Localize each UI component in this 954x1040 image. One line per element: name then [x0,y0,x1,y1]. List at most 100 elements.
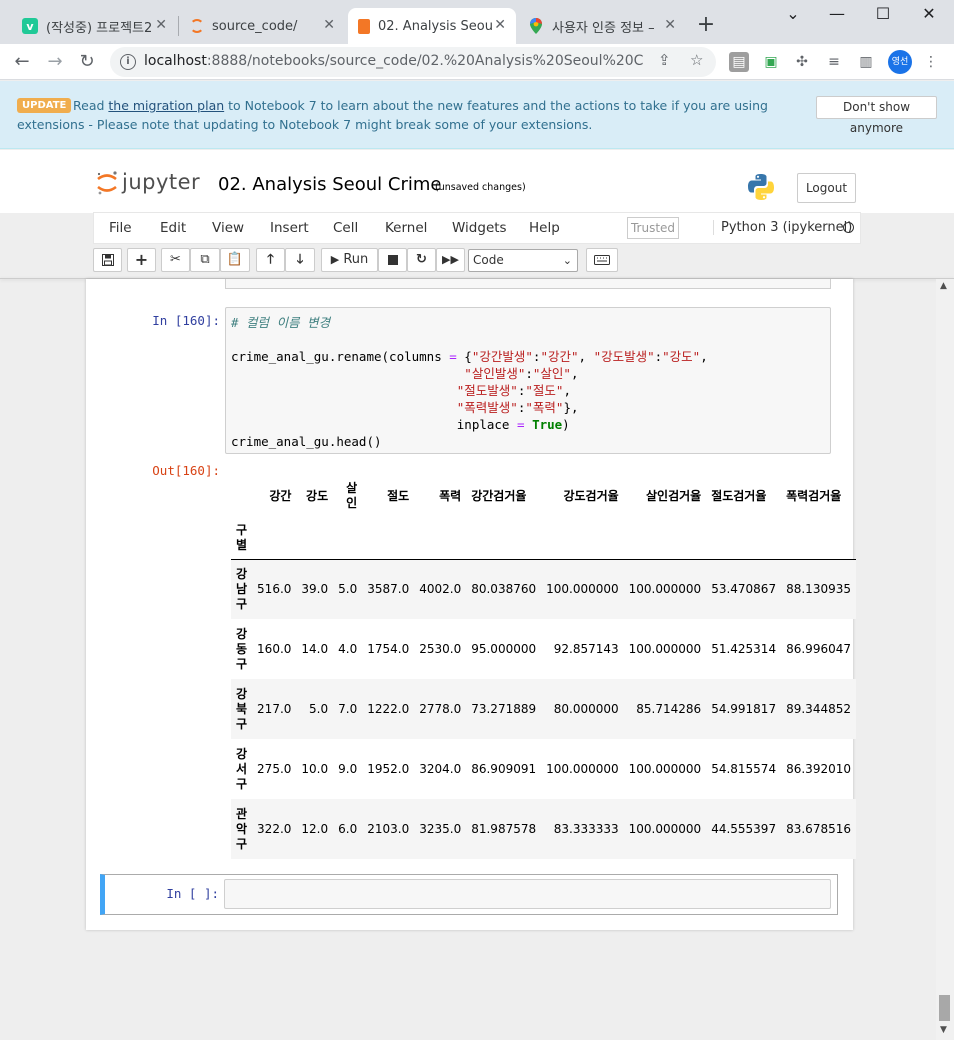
code-operator: = [517,417,525,432]
notebook-title[interactable]: 02. Analysis Seoul Crime [218,174,441,195]
menu-cell[interactable]: Cell [333,220,358,236]
empty-cell-editor[interactable] [224,879,831,909]
table-cell: 83.678516 [786,822,851,836]
column-header: 강간검거율 [471,488,527,503]
table-cell: 51.425314 [711,642,777,656]
reload-icon[interactable]: ↻ [74,49,100,75]
menu-help[interactable]: Help [529,220,560,236]
run-button[interactable]: ▶ Run [321,248,378,272]
minimize-icon[interactable]: — [822,4,852,23]
tab-search-chevron-icon[interactable]: ⌄ [778,4,808,23]
profile-avatar[interactable]: 영선 [888,50,912,74]
scroll-up-arrow-icon[interactable]: ▲ [940,281,947,291]
jupyter-logo[interactable]: jupyter [96,170,200,195]
extensions-puzzle-icon[interactable]: ✣ [792,52,812,72]
code-comment: # 컬럼 이름 변경 [231,315,331,330]
browser-tab-project[interactable]: v (작성중) 프로젝트2 ✕ [12,8,177,44]
table-cell: 88.130935 [786,582,851,597]
cell-type-select[interactable]: Code ⌄ [468,249,578,272]
column-header: 강도 [306,488,329,503]
browser-tab-notebook[interactable]: 02. Analysis Seoul ✕ [348,8,516,44]
forward-arrow-icon[interactable]: → [42,49,68,75]
table-cell: 86.909091 [471,762,537,776]
command-palette-button[interactable] [586,248,618,272]
table-row: 강서구 275.0 10.0 9.0 1952.0 3204.0 86.909091 100.… [231,739,856,799]
table-cell: 39.0 [301,582,329,597]
bookmark-star-icon[interactable]: ☆ [690,51,703,69]
blank-header [781,517,856,560]
maximize-icon[interactable]: ☐ [868,4,898,23]
close-window-icon[interactable]: ✕ [914,4,944,23]
code-text[interactable]: # 컬럼 이름 변경 crime_anal_gu.rename(columns … [231,314,708,450]
copy-button[interactable]: ⧉ [190,248,220,272]
table-cell: 2103.0 [367,822,410,836]
close-tab-icon[interactable]: ✕ [153,17,167,33]
share-icon[interactable]: ⇪ [658,51,671,69]
restart-button[interactable]: ↻ [407,248,436,272]
code-string: "절도발생" [456,383,518,398]
back-arrow-icon[interactable]: ← [9,49,35,75]
new-tab-plus-icon[interactable]: + [695,12,717,38]
banner-text: Read [73,98,109,113]
browser-tab-strip: v (작성중) 프로젝트2 ✕ source_code/ ✕ 02. Analy… [0,0,954,44]
table-cell: 160.0 [257,642,292,656]
stop-icon [387,255,398,265]
table-cell: 81.987578 [471,822,537,836]
browser-tab-credentials[interactable]: 사용자 인증 정보 – ✕ [518,8,686,44]
empty-code-cell[interactable]: In [ ]: [100,874,838,915]
move-down-button[interactable]: 🡓 [285,248,315,272]
restart-run-all-button[interactable]: ▶▶ [436,248,465,272]
code-string: "폭력" [525,400,564,415]
table-cell: 80.000000 [553,702,619,716]
table-cell: 54.991817 [711,702,777,716]
menu-insert[interactable]: Insert [270,220,309,236]
table-cell: 100.000000 [546,582,619,597]
close-tab-icon[interactable]: ✕ [321,17,335,33]
site-info-icon[interactable]: i [120,54,136,70]
table-cell: 1222.0 [367,702,410,716]
menu-kernel[interactable]: Kernel [385,220,427,236]
code-string: "살인" [532,366,571,381]
page-scrollbar[interactable]: ▲ ▼ [936,279,954,1040]
blank-header [362,517,415,560]
menu-file[interactable]: File [109,220,132,236]
maps-pin-icon [528,18,544,34]
paste-button[interactable]: 📋 [220,248,250,272]
previous-cell-output [225,279,831,289]
extension-image-icon[interactable]: ▤ [729,52,749,72]
browser-tab-source-code[interactable]: source_code/ ✕ [180,8,345,44]
play-icon: ▶ [330,253,340,266]
insert-cell-button[interactable]: + [127,248,156,272]
kernel-name[interactable]: Python 3 (ipykernel) [713,220,852,235]
blank-header [706,517,782,560]
table-cell: 2778.0 [419,702,462,716]
menu-edit[interactable]: Edit [160,220,186,236]
notebook-favicon-icon [358,18,370,34]
interrupt-button[interactable] [378,248,407,272]
url-text[interactable]: localhost:8888/notebooks/source_code/02.… [144,53,644,69]
close-tab-icon[interactable]: ✕ [492,17,506,33]
scroll-down-arrow-icon[interactable]: ▼ [940,1025,947,1035]
address-bar[interactable]: i localhost:8888/notebooks/source_code/0… [110,47,716,77]
menu-view[interactable]: View [212,220,244,236]
migration-plan-link[interactable]: the migration plan [108,98,224,113]
cut-button[interactable]: ✂ [161,248,190,272]
code-cell-editor[interactable]: # 컬럼 이름 변경 crime_anal_gu.rename(columns … [225,307,831,454]
close-tab-icon[interactable]: ✕ [662,17,676,33]
browser-menu-icon[interactable]: ⋮ [921,52,941,72]
extension-green-icon[interactable]: ▣ [761,52,781,72]
move-up-button[interactable]: 🡑 [256,248,285,272]
side-panel-icon[interactable]: ▥ [856,52,876,72]
trusted-indicator[interactable]: Trusted [627,217,679,239]
logout-button[interactable]: Logout [797,173,856,203]
velog-favicon-icon: v [22,18,38,34]
media-queue-icon[interactable]: ≡ [824,52,844,72]
tab-separator [178,16,179,36]
save-button[interactable] [93,248,122,272]
menu-widgets[interactable]: Widgets [452,220,507,236]
column-header: 강간 [269,488,292,503]
tab-title: 사용자 인증 정보 – [552,20,655,36]
scrollbar-thumb[interactable] [939,995,950,1021]
dont-show-anymore-button[interactable]: Don't show anymore [816,96,937,135]
update-banner: Read the migration plan to Notebook 7 to… [0,81,954,149]
